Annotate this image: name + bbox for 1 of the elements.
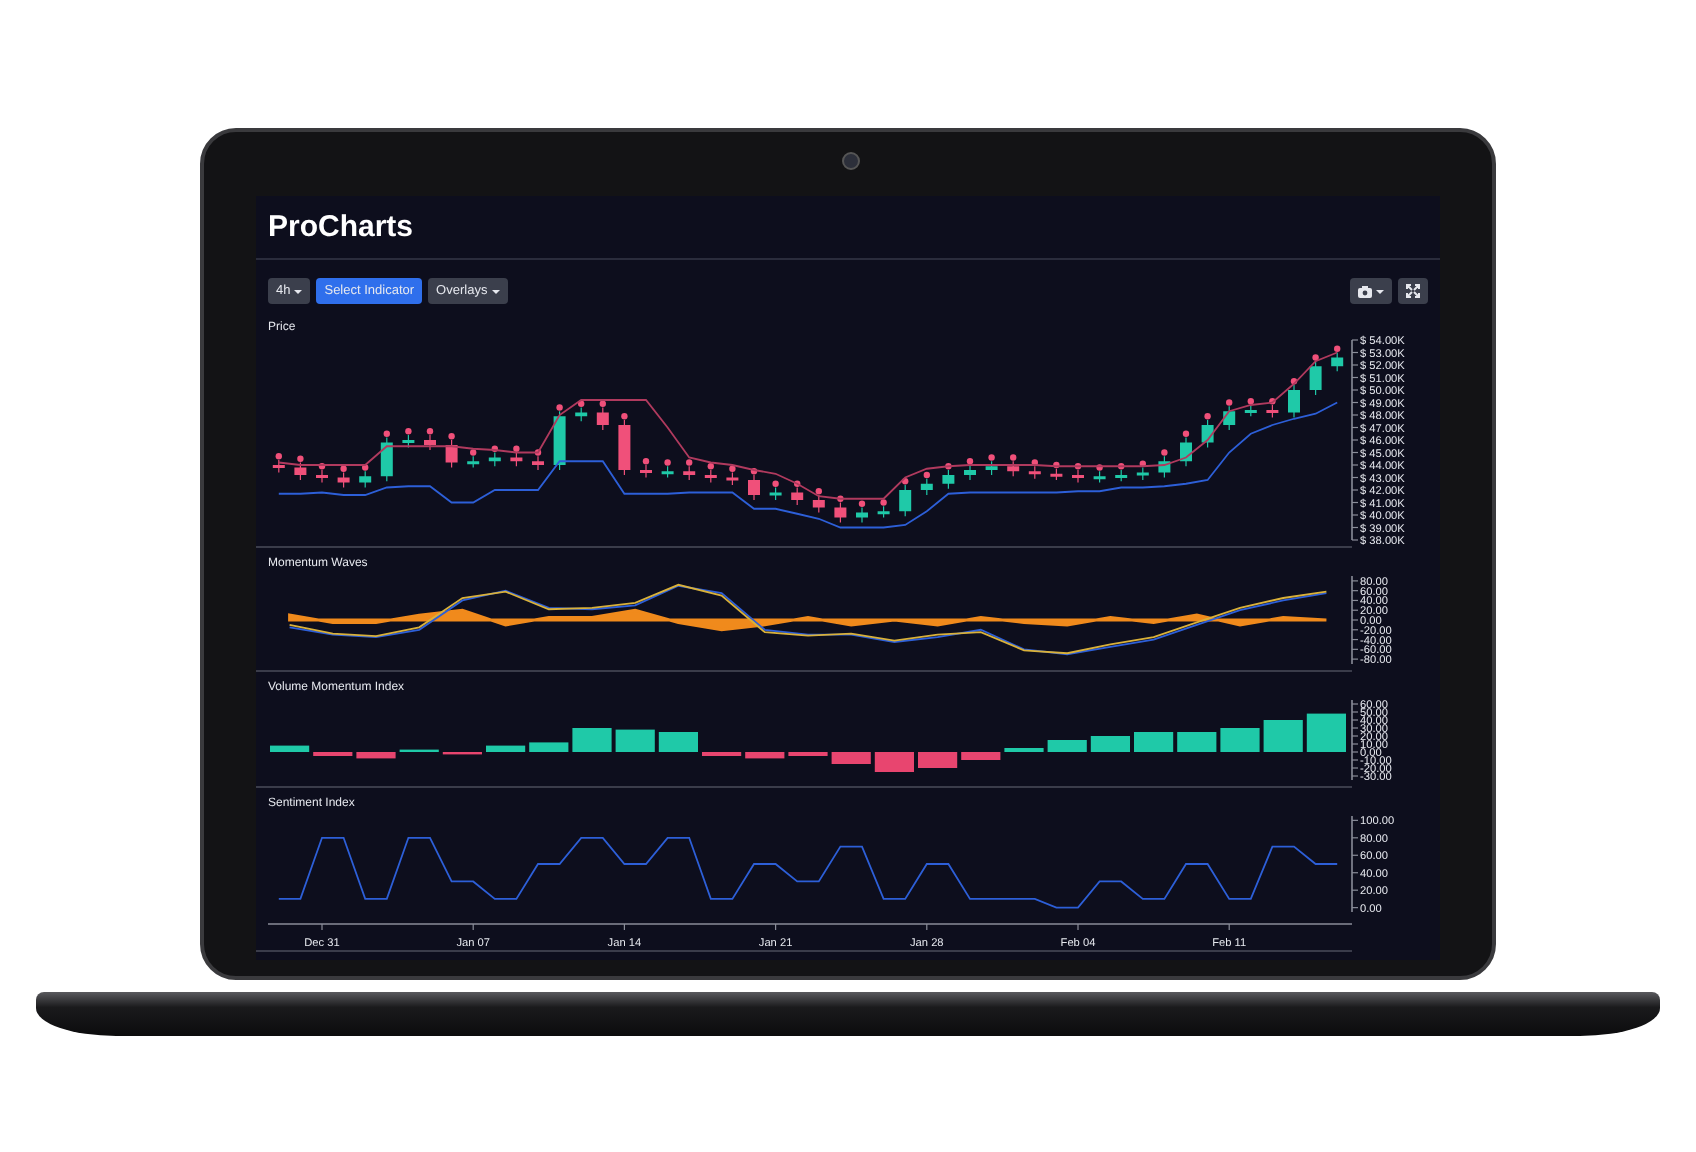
app-title: ProCharts	[268, 210, 414, 244]
